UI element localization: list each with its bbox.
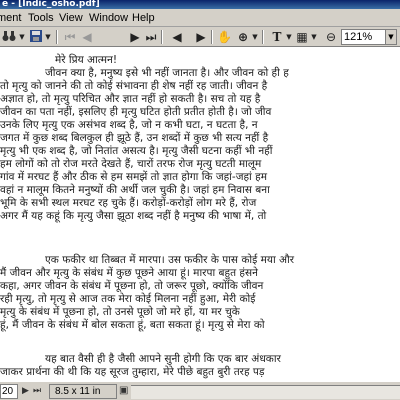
text-line: हूं, मैं जीवन के संबंध में बोल सकता हूं,… — [0, 319, 265, 331]
text-line: एक फकीर था तिब्बत में मारपा। उस फकीर के … — [45, 254, 295, 266]
menu-window[interactable]: Window — [89, 12, 128, 24]
menu-view[interactable]: View — [59, 12, 83, 24]
text-line: भूमि के सभी स्थल मरघट रह चुके हैं। करोड़… — [0, 197, 257, 209]
menu-bar: ment Tools View Window Help — [0, 9, 400, 27]
save-dropdown-icon[interactable]: ▼ — [44, 29, 52, 45]
last-page-status-icon[interactable]: ⏭ — [33, 385, 41, 396]
text-line: वहां न मालूम कितने मनुष्यों की अर्थी जल … — [0, 184, 270, 196]
toolbar-separator — [56, 30, 58, 44]
text-line: कहा, अगर जीवन के संबंध में पूछना हो, तो … — [0, 280, 264, 292]
text-select-dropdown-icon[interactable]: ▼ — [285, 29, 293, 45]
page-number-field[interactable]: 20 — [0, 384, 18, 399]
window-title: e - [Indic_osho.pdf] — [2, 0, 100, 9]
text-line: तो मृत्यु को जानने की तो कोई संभावना ही … — [0, 80, 268, 92]
forward-icon[interactable]: ▶ — [194, 29, 208, 45]
toolbar-separator — [262, 30, 264, 44]
last-page-icon[interactable]: ⏭ — [144, 29, 158, 45]
text-line: जीवन का पता नहीं, इसलिए ही मृत्यु घटित ह… — [0, 106, 272, 118]
text-line: मेरे प्रिय आत्मन! — [55, 54, 118, 66]
next-page-icon[interactable]: ▶ — [128, 29, 142, 45]
graphics-select-dropdown-icon[interactable]: ▼ — [310, 29, 318, 45]
text-line: जाकर प्रार्थना की थी कि यह सूरज तुम्हारा… — [0, 366, 265, 378]
binoculars-dropdown-icon[interactable]: ▼ — [18, 29, 26, 45]
zoom-input[interactable]: 121% — [341, 29, 387, 45]
horizontal-scrollbar[interactable] — [131, 385, 400, 399]
back-icon[interactable]: ◀ — [170, 29, 184, 45]
toolbar-separator — [211, 30, 213, 44]
text-line: रही मृत्यु, तो मृत्यु से आज तक मेरा कोई … — [0, 293, 256, 305]
window-titlebar: e - [Indic_osho.pdf] — [0, 0, 400, 9]
toolbar: ▼ ▼ ⏮ ◀ ▶ ⏭ ◀ ▶ ✋ ⊕ ▼ T ▼ ▦ ▼ ⊖ 121% ▼ — [0, 27, 400, 47]
prev-page-icon[interactable]: ◀ — [80, 29, 94, 45]
binoculars-icon[interactable] — [2, 29, 16, 45]
menu-tools[interactable]: Tools — [28, 12, 54, 24]
toolbar-separator — [161, 30, 163, 44]
page-size-display: 8.5 x 11 in — [49, 384, 117, 399]
text-line: हम लोगों को तो रोज मरते देखते हैं, चारों… — [0, 158, 262, 170]
text-select-icon[interactable]: T — [270, 29, 284, 45]
text-line: मृत्यु भी एक शब्द है, जो नितांत असत्य है… — [0, 145, 273, 157]
page-layout-icon[interactable]: ▣ — [119, 385, 128, 396]
text-line: अज्ञात हो, तो मृत्यु परिचित और ज्ञात नही… — [0, 93, 261, 105]
first-page-icon[interactable]: ⏮ — [63, 29, 77, 45]
text-line: यह बात वैसी ही है जैसी आपने सुनी होगी कि… — [45, 353, 281, 365]
hand-tool-icon[interactable]: ✋ — [217, 29, 232, 45]
menu-help[interactable]: Help — [132, 12, 155, 24]
zoom-dropdown-icon[interactable]: ▼ — [385, 29, 397, 45]
zoom-tool-dropdown-icon[interactable]: ▼ — [251, 29, 259, 45]
next-page-status-icon[interactable]: ▶ — [22, 385, 29, 396]
text-line: उनके लिए मृत्यु एक असंभव शब्द है, जो न क… — [0, 119, 258, 131]
zoom-tool-icon[interactable]: ⊕ — [236, 29, 250, 45]
menu-document[interactable]: ment — [0, 12, 21, 24]
text-line: जीवन क्या है, मनुष्य इसे भी नहीं जानता ह… — [45, 67, 289, 79]
status-bar: 20 ▶ ⏭ 8.5 x 11 in ▣ — [0, 381, 400, 400]
text-line: जगत में कुछ शब्द बिलकुल ही झूठे हैं, उन … — [0, 132, 269, 144]
save-icon[interactable] — [29, 29, 43, 45]
text-line: गांव में मरघट हैं और ठीक से हम समझें तो … — [0, 171, 267, 183]
graphics-select-icon[interactable]: ▦ — [295, 29, 309, 45]
text-line: मैं जीवन और मृत्यु के संबंध में कुछ पूछन… — [0, 267, 258, 279]
text-line: अगर मैं यह कहूं कि मृत्यु जैसा झूठा शब्द… — [0, 210, 267, 222]
document-page: मेरे प्रिय आत्मन! जीवन क्या है, मनुष्य इ… — [0, 48, 400, 380]
text-line: मृत्यु के संबंध में पूछना हो, तो उनसे पू… — [0, 306, 240, 318]
zoom-out-icon[interactable]: ⊖ — [324, 29, 338, 45]
